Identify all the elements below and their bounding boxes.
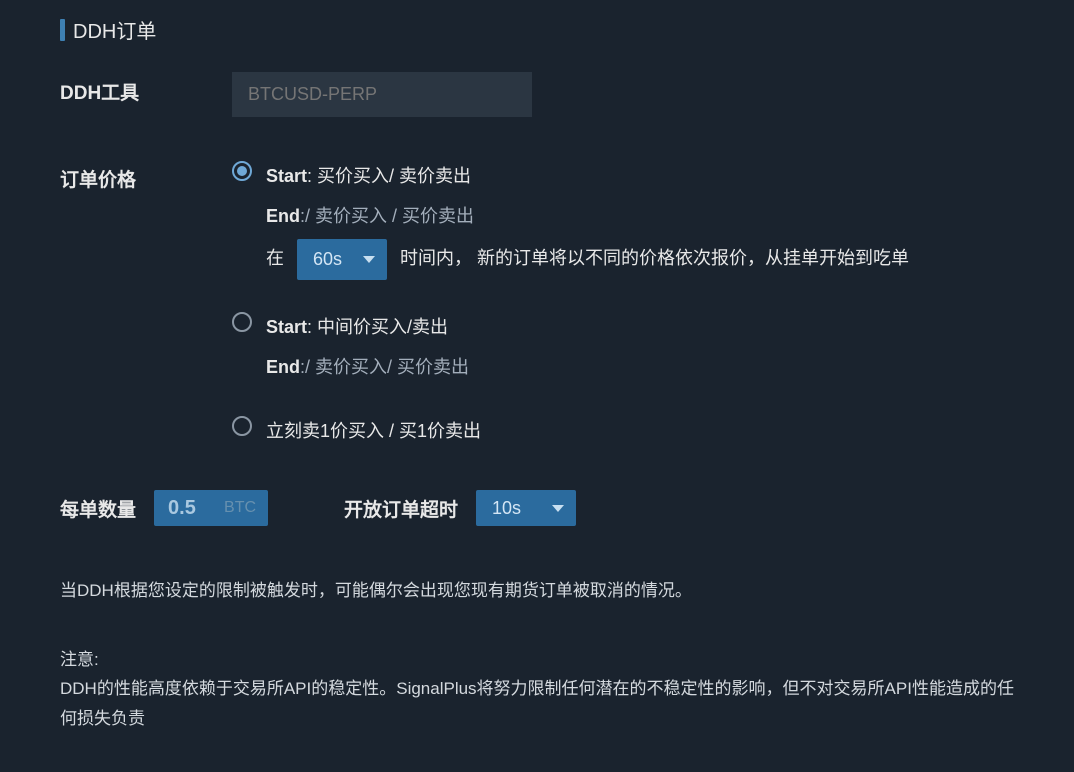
opt3-text: 立刻卖1价买入 / 买1价卖出	[266, 421, 481, 441]
opt2-end-label: End	[266, 357, 300, 377]
price-option-2-body: Start: 中间价买入/卖出 End:/ 卖价买入/ 买价卖出	[266, 310, 1014, 384]
price-option-2: Start: 中间价买入/卖出 End:/ 卖价买入/ 买价卖出	[232, 310, 1014, 384]
opt2-start-text: : 中间价买入/卖出	[307, 317, 448, 337]
price-option-1-body: Start: 买价买入/ 卖价卖出 End:/ 卖价买入 / 买价卖出 在 60…	[266, 159, 1014, 280]
opt1-start-label: Start	[266, 166, 307, 186]
timeout-label: 开放订单超时	[344, 495, 458, 522]
price-option-3: 立刻卖1价买入 / 买1价卖出	[232, 414, 1014, 448]
note-block: 注意: DDH的性能高度依赖于交易所API的稳定性。SignalPlus将努力限…	[60, 645, 1014, 734]
section-title-text: DDH订单	[73, 15, 156, 44]
timeout-value: 10s	[492, 498, 521, 519]
title-accent-bar	[60, 19, 65, 41]
price-option-3-body: 立刻卖1价买入 / 买1价卖出	[266, 414, 1014, 448]
qty-label: 每单数量	[60, 495, 136, 522]
timeout-select[interactable]: 10s	[476, 490, 576, 526]
radio-button-1[interactable]	[232, 161, 252, 181]
qty-value-input[interactable]	[154, 493, 222, 524]
qty-unit: BTC	[222, 495, 268, 521]
opt2-end-text: :/ 卖价买入/ 买价卖出	[300, 357, 469, 377]
opt2-start-label: Start	[266, 317, 307, 337]
note-label: 注意:	[60, 645, 1014, 675]
radio-button-3[interactable]	[232, 416, 252, 436]
note-text: DDH的性能高度依赖于交易所API的稳定性。SignalPlus将努力限制任何潜…	[60, 674, 1014, 734]
radio-button-2[interactable]	[232, 312, 252, 332]
price-row: 订单价格 Start: 买价买入/ 卖价卖出 End:/ 卖价买入 / 买价卖出…	[60, 159, 1014, 448]
tool-label: DDH工具	[60, 72, 232, 105]
price-option-1: Start: 买价买入/ 卖价卖出 End:/ 卖价买入 / 买价卖出 在 60…	[232, 159, 1014, 280]
opt1-timing-suffix: 时间内， 新的订单将以不同的价格依次报价，从挂单开始到吃单	[400, 248, 909, 268]
info-text: 当DDH根据您设定的限制被触发时，可能偶尔会出现您现有期货订单被取消的情况。	[60, 576, 1014, 607]
tool-input[interactable]	[232, 72, 532, 117]
bottom-controls: 每单数量 BTC 开放订单超时 10s	[60, 490, 1014, 526]
chevron-down-icon	[552, 505, 564, 512]
timing-select[interactable]: 60s	[297, 239, 387, 279]
opt1-start-text: : 买价买入/ 卖价卖出	[307, 166, 471, 186]
timing-select-value: 60s	[313, 242, 342, 276]
price-radio-group: Start: 买价买入/ 卖价卖出 End:/ 卖价买入 / 买价卖出 在 60…	[232, 159, 1014, 448]
opt1-end-label: End	[266, 206, 300, 226]
qty-input-wrapper: BTC	[154, 490, 268, 526]
radio-dot-icon	[237, 166, 247, 176]
chevron-down-icon	[363, 256, 375, 263]
opt1-end-text: :/ 卖价买入 / 买价卖出	[300, 206, 474, 226]
section-title: DDH订单	[60, 15, 1014, 44]
tool-row: DDH工具	[60, 72, 1014, 117]
price-label: 订单价格	[60, 159, 232, 192]
opt1-timing-prefix: 在	[266, 248, 284, 268]
